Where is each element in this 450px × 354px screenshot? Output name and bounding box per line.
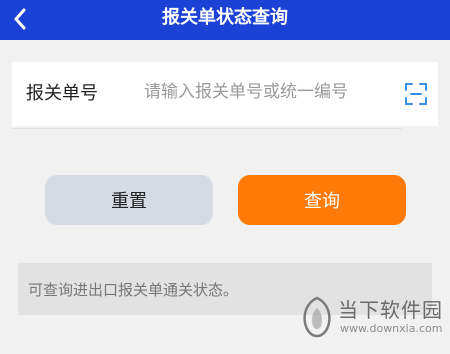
- declaration-number-input[interactable]: [144, 78, 384, 106]
- reset-button[interactable]: 重置: [45, 175, 213, 225]
- watermark-logo-icon: [303, 296, 331, 338]
- page-title: 报关单状态查询: [162, 7, 288, 28]
- watermark-url: www.downxia.com: [340, 322, 443, 335]
- notice-text: 可查询进出口报关单通关状态。: [28, 281, 239, 299]
- watermark-name: 当下软件园: [338, 298, 443, 322]
- scan-icon: [405, 83, 427, 105]
- declaration-number-row: 报关单号: [12, 62, 438, 126]
- app-header: 报关单状态查询: [0, 0, 450, 40]
- declaration-number-label: 报关单号: [26, 83, 98, 104]
- scan-button[interactable]: [404, 82, 428, 106]
- form-divider: [12, 128, 402, 129]
- query-button[interactable]: 查询: [238, 175, 406, 225]
- watermark: 当下软件园 www.downxia.com: [300, 292, 450, 346]
